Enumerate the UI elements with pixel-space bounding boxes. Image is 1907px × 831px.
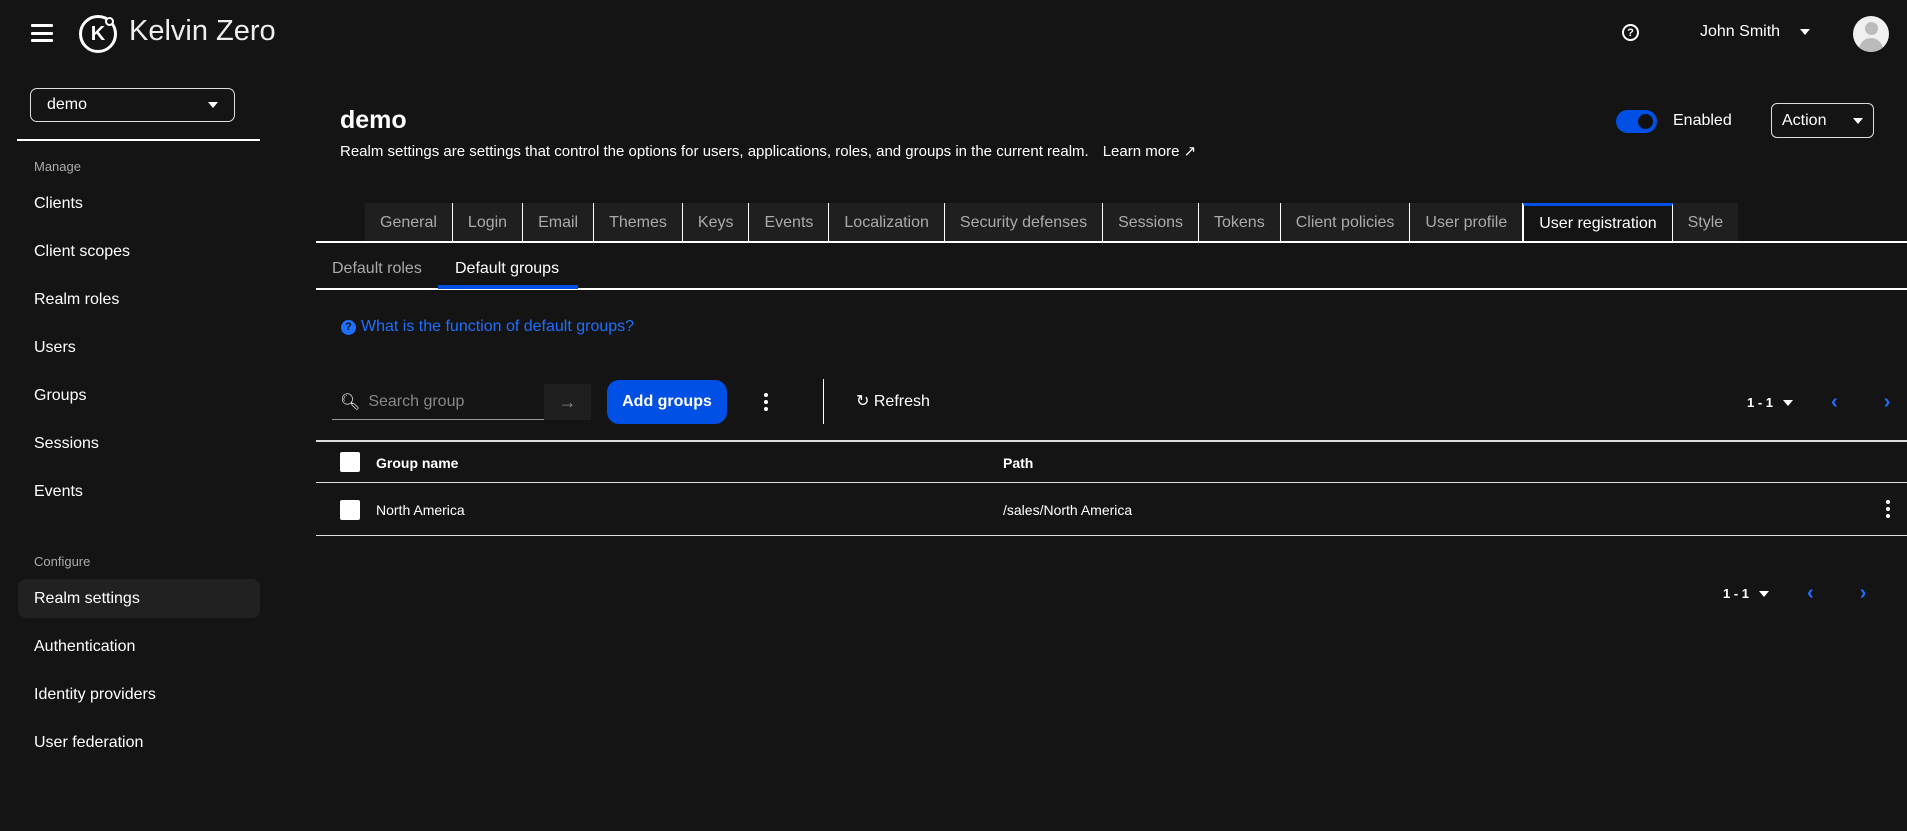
select-all-checkbox[interactable]: [340, 452, 360, 472]
arrow-right-icon: →: [558, 391, 577, 412]
group-name-cell: North America: [376, 502, 465, 518]
sidebar-item-clients[interactable]: Clients: [18, 184, 260, 223]
learn-more-link[interactable]: Learn more ↗: [1103, 143, 1196, 160]
column-header-group-name[interactable]: Group name: [376, 455, 458, 471]
help-link[interactable]: ? What is the function of default groups?: [341, 318, 634, 336]
enabled-label: Enabled: [1673, 112, 1732, 129]
search-placeholder: Search group: [368, 392, 465, 410]
tab-user-registration[interactable]: User registration: [1523, 203, 1673, 242]
user-menu[interactable]: John Smith: [1700, 23, 1811, 41]
learn-more-label: Learn more: [1102, 143, 1180, 160]
refresh-label: Refresh: [873, 393, 930, 410]
tab-events[interactable]: Events: [749, 203, 830, 242]
search-submit-button[interactable]: →: [544, 384, 591, 420]
search-input[interactable]: 🔍︎ Search group: [332, 384, 544, 420]
help-icon[interactable]: ?: [1622, 24, 1639, 41]
refresh-button[interactable]: ↻ Refresh: [856, 391, 930, 411]
add-groups-button[interactable]: Add groups: [607, 380, 727, 424]
tab-sessions[interactable]: Sessions: [1103, 203, 1199, 242]
page-title: demo: [340, 106, 407, 134]
avatar[interactable]: [1853, 16, 1889, 52]
tab-user-profile[interactable]: User profile: [1410, 203, 1524, 242]
tab-email[interactable]: Email: [523, 203, 595, 242]
next-page-icon[interactable]: ›: [1860, 582, 1867, 605]
pagination-top: 1 - 1 ‹ ›: [1747, 391, 1890, 414]
subtab-default-roles[interactable]: Default roles: [332, 260, 422, 278]
external-link-icon: ↗: [1183, 143, 1197, 160]
toolbar-kebab-icon[interactable]: [764, 393, 768, 411]
row-kebab-icon[interactable]: [1886, 500, 1890, 518]
active-subtab-indicator: [438, 285, 578, 289]
tab-security-defenses[interactable]: Security defenses: [944, 203, 1104, 242]
menu-toggle-icon[interactable]: [31, 24, 53, 42]
sidebar-item-sessions[interactable]: Sessions: [18, 424, 260, 463]
sidebar-item-user-federation[interactable]: User federation: [18, 723, 260, 762]
prev-page-icon[interactable]: ‹: [1831, 391, 1838, 414]
row-checkbox[interactable]: [340, 500, 360, 520]
table-bottom-border: [316, 535, 1907, 536]
prev-page-icon[interactable]: ‹: [1807, 582, 1814, 605]
realm-settings-tabs: General Login Email Themes Keys Events Localiz…: [365, 203, 1739, 242]
sidebar-item-users[interactable]: Users: [18, 328, 260, 367]
sidebar-item-realm-settings[interactable]: Realm settings: [18, 579, 260, 618]
tab-localization[interactable]: Localization: [829, 203, 945, 242]
realm-name: demo: [47, 96, 88, 113]
table-top-border: [316, 440, 1907, 442]
brand-name: Kelvin Zero: [129, 15, 276, 47]
refresh-icon: ↻: [856, 393, 870, 410]
logo-letter: K: [90, 22, 106, 45]
page-description: Realm settings are settings that control…: [340, 142, 1196, 160]
action-dropdown[interactable]: Action: [1771, 103, 1874, 138]
chevron-down-icon: [1800, 28, 1811, 35]
chevron-down-icon[interactable]: [1759, 590, 1770, 597]
sidebar-item-client-scopes[interactable]: Client scopes: [18, 232, 260, 271]
section-label-configure: Configure: [34, 554, 91, 569]
realm-selector[interactable]: demo: [30, 88, 235, 122]
pagination-range[interactable]: 1 - 1: [1747, 395, 1773, 410]
question-circle-icon: ?: [341, 319, 356, 335]
tab-themes[interactable]: Themes: [594, 203, 683, 242]
description-text: Realm settings are settings that control…: [340, 143, 1089, 160]
tab-general[interactable]: General: [365, 203, 453, 242]
tab-keys[interactable]: Keys: [682, 203, 750, 242]
search-icon: 🔍︎: [340, 393, 361, 411]
sidebar-item-identity-providers[interactable]: Identity providers: [18, 675, 260, 714]
tab-login[interactable]: Login: [452, 203, 524, 242]
chevron-down-icon: [208, 102, 218, 108]
pagination-bottom: 1 - 1 ‹ ›: [1723, 582, 1866, 605]
chevron-down-icon[interactable]: [1783, 399, 1794, 406]
subtab-default-groups[interactable]: Default groups: [455, 260, 559, 278]
pagination-range[interactable]: 1 - 1: [1723, 586, 1749, 601]
header-divider: [316, 482, 1907, 483]
path-cell: /sales/North America: [1003, 502, 1133, 518]
toolbar-divider: [823, 379, 824, 424]
section-label-manage: Manage: [34, 159, 81, 174]
sidebar-item-realm-roles[interactable]: Realm roles: [18, 280, 260, 319]
sidebar-divider: [17, 139, 260, 141]
help-link-label: What is the function of default groups?: [361, 318, 635, 335]
sidebar-item-groups[interactable]: Groups: [18, 376, 260, 415]
tab-client-policies[interactable]: Client policies: [1280, 203, 1411, 242]
tabs-divider: [316, 241, 1907, 243]
tab-style[interactable]: Style: [1672, 203, 1739, 242]
next-page-icon[interactable]: ›: [1884, 391, 1891, 414]
tab-tokens[interactable]: Tokens: [1199, 203, 1281, 242]
sidebar-item-authentication[interactable]: Authentication: [18, 627, 260, 666]
sidebar-item-events[interactable]: Events: [18, 472, 260, 511]
chevron-down-icon: [1853, 117, 1863, 124]
action-label: Action: [1782, 111, 1827, 129]
user-name: John Smith: [1700, 23, 1781, 40]
enabled-toggle[interactable]: [1616, 110, 1657, 133]
column-header-path[interactable]: Path: [1003, 455, 1033, 471]
logo-dot: [105, 17, 114, 26]
